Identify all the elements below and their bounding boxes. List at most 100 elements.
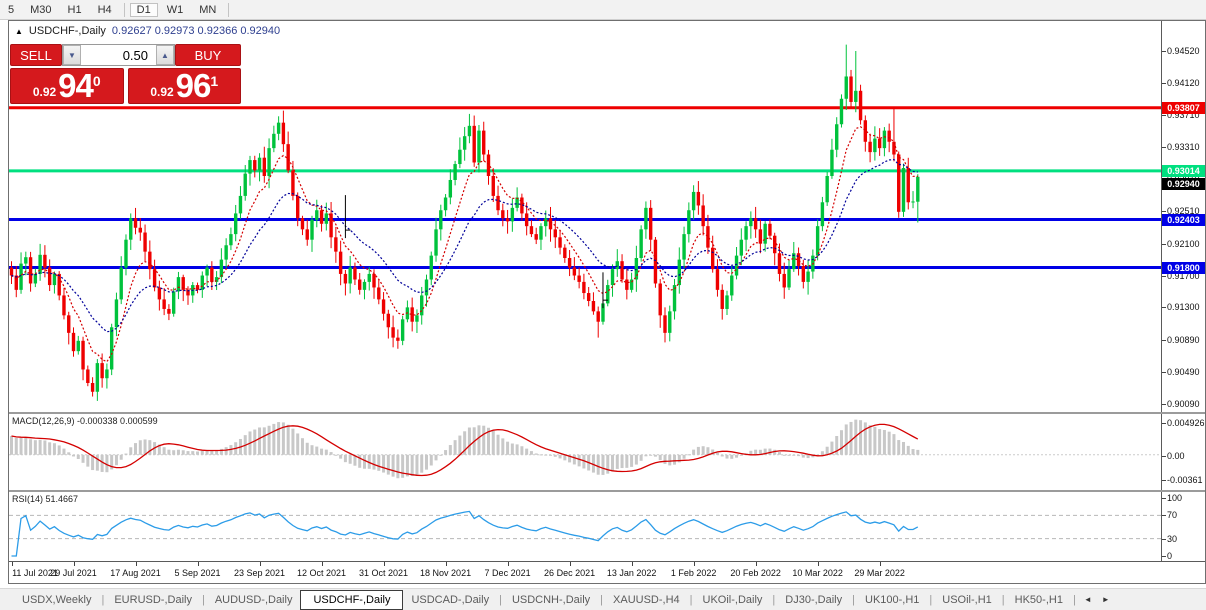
date-tick <box>507 562 509 566</box>
tab-separator: | <box>1072 593 1076 606</box>
volume-increase-button[interactable]: ▲ <box>156 45 174 65</box>
date-label: 26 Dec 2021 <box>544 568 596 578</box>
buy-price-sup: 1 <box>210 73 219 89</box>
price-tick-label: 0.90890 <box>1167 335 1200 345</box>
date-label: 18 Nov 2021 <box>420 568 472 578</box>
axis-tick <box>1162 51 1166 52</box>
tabs-scroll-left-icon[interactable]: ◄ <box>1084 595 1092 604</box>
current-price-badge: 0.92940 <box>1162 177 1205 190</box>
volume-decrease-button[interactable]: ▼ <box>63 45 81 65</box>
axis-tick <box>1162 243 1166 245</box>
timeframe-button-m30[interactable]: M30 <box>23 3 58 17</box>
chart-title: ▲ USDCHF-,Daily 0.92627 0.92973 0.92366 … <box>15 25 280 37</box>
date-label: 13 Jan 2022 <box>606 568 657 578</box>
sell-price-small: 0.92 <box>32 85 57 99</box>
toolbar-separator <box>228 2 230 17</box>
sell-price-box[interactable]: 0.92 94 0 <box>10 68 124 104</box>
date-tick <box>73 562 75 566</box>
axis-tick <box>1162 115 1166 117</box>
tab-separator: | <box>689 593 693 606</box>
date-tick <box>383 562 385 566</box>
sell-price-sup: 0 <box>92 73 101 89</box>
pane-separator[interactable] <box>9 490 1205 492</box>
price-tick-label: 0.93310 <box>1167 142 1200 153</box>
axis-tick <box>1162 515 1166 517</box>
macd-axis-label: 0.004926 <box>1167 418 1205 429</box>
macd-axis-label: -0.00361 <box>1167 474 1203 485</box>
timeframe-button-h4[interactable]: H4 <box>91 3 119 17</box>
timeframe-toolbar: 5 M30 H1 H4 D1 W1 MN <box>0 0 1206 20</box>
date-tick <box>631 562 633 566</box>
rsi-axis-label: 30 <box>1167 533 1178 544</box>
date-label: 1 Feb 2022 <box>670 568 717 578</box>
chart-tab-eurusd-daily[interactable]: EURUSD-,Daily <box>106 592 200 608</box>
chart-ohlc-values: 0.92627 0.92973 0.92366 0.92940 <box>111 25 281 37</box>
tabs-scroll-right-icon[interactable]: ► <box>1102 595 1110 604</box>
tab-separator: | <box>101 593 105 606</box>
axis-tick <box>1162 498 1166 499</box>
chart-tab-hk50-h1[interactable]: HK50-,H1 <box>1007 592 1071 608</box>
chart-tab-dj30-daily[interactable]: DJ30-,Daily <box>777 592 850 608</box>
axis-tick <box>1162 403 1166 405</box>
timeframe-button-mn[interactable]: MN <box>192 3 223 17</box>
timeframe-button-5[interactable]: 5 <box>1 3 21 17</box>
date-label: 17 Aug 2021 <box>110 568 161 578</box>
chart-tab-audusd-daily[interactable]: AUDUSD-,Daily <box>207 592 301 608</box>
axis-tick <box>1162 423 1166 425</box>
date-tick <box>259 562 261 566</box>
chart-tab-usdx-weekly[interactable]: USDX,Weekly <box>14 592 99 608</box>
rsi-axis-label: 70 <box>1167 510 1178 521</box>
rsi-pane[interactable]: RSI(14) 51.4667 <box>9 492 1162 561</box>
sell-button[interactable]: SELL <box>10 44 62 66</box>
one-click-trade-panel: SELL ▼ ▲ BUY 0.92 94 0 0.92 96 1 <box>10 44 241 104</box>
chart-tab-uk100-h1[interactable]: UK100-,H1 <box>857 592 927 608</box>
volume-input[interactable] <box>81 45 156 65</box>
date-label: 29 Jul 2021 <box>50 568 97 578</box>
buy-button[interactable]: BUY <box>175 44 241 66</box>
rsi-label: RSI(14) 51.4667 <box>12 494 79 504</box>
date-tick <box>879 562 881 566</box>
level-badge-0.93014: 0.93014 <box>1162 164 1205 177</box>
macd-label: MACD(12,26,9) -0.000338 0.000599 <box>12 416 158 426</box>
timeframe-button-w1[interactable]: W1 <box>160 3 191 17</box>
chart-tab-usdchf-daily[interactable]: USDCHF-,Daily <box>300 589 404 610</box>
date-label: 10 Mar 2022 <box>792 568 843 578</box>
tab-separator: | <box>929 593 933 606</box>
date-tick <box>445 562 447 566</box>
buy-price-big: 96 <box>175 67 212 104</box>
buy-price-small: 0.92 <box>150 85 174 99</box>
date-label: 29 Mar 2022 <box>854 568 905 578</box>
price-axis[interactable]: 0.945200.941200.937100.933100.929100.925… <box>1161 21 1205 561</box>
axis-tick <box>1162 556 1166 557</box>
collapse-triangle-icon[interactable]: ▲ <box>15 27 23 36</box>
tab-separator: | <box>772 593 776 606</box>
date-label: 23 Sep 2021 <box>234 568 286 578</box>
chart-tab-usoil-h1[interactable]: USOil-,H1 <box>934 592 1000 608</box>
chart-tab-xauusd-h4[interactable]: XAUUSD-,H4 <box>605 592 688 608</box>
chart-symbol-label: USDCHF-,Daily <box>28 25 106 37</box>
date-tick <box>693 562 695 566</box>
timeframe-button-h1[interactable]: H1 <box>61 3 89 17</box>
date-tick <box>11 562 13 566</box>
date-label: 12 Oct 2021 <box>297 568 347 578</box>
chart-tab-usdcad-daily[interactable]: USDCAD-,Daily <box>403 592 497 608</box>
date-label: 5 Sep 2021 <box>174 568 221 578</box>
buy-price-box[interactable]: 0.92 96 1 <box>127 67 241 104</box>
date-axis[interactable]: 11 Jul 2021 29 Jul 2021 17 Aug 2021 5 Sep 2… <box>9 561 1205 583</box>
macd-axis-label: 0.00 <box>1167 450 1185 461</box>
chart-tab-usdcnh-daily[interactable]: USDCNH-,Daily <box>504 592 598 608</box>
chart-tab-ukoil-daily[interactable]: UKOil-,Daily <box>695 592 771 608</box>
timeframe-button-d1[interactable]: D1 <box>129 2 158 17</box>
rsi-axis-label: 0 <box>1167 551 1173 561</box>
axis-tick <box>1162 371 1166 373</box>
axis-tick <box>1162 479 1166 481</box>
pane-separator[interactable] <box>9 412 1205 414</box>
chart-window: ▲ USDCHF-,Daily 0.92627 0.92973 0.92366 … <box>8 20 1206 584</box>
level-badge-0.91800: 0.91800 <box>1162 261 1205 274</box>
date-tick <box>817 562 819 566</box>
macd-canvas <box>9 419 1162 479</box>
tab-separator: | <box>852 593 855 606</box>
tab-separator: | <box>499 593 502 606</box>
price-tick-label: 0.90090 <box>1167 398 1200 409</box>
macd-pane[interactable]: MACD(12,26,9) -0.000338 0.000599 <box>9 414 1162 490</box>
